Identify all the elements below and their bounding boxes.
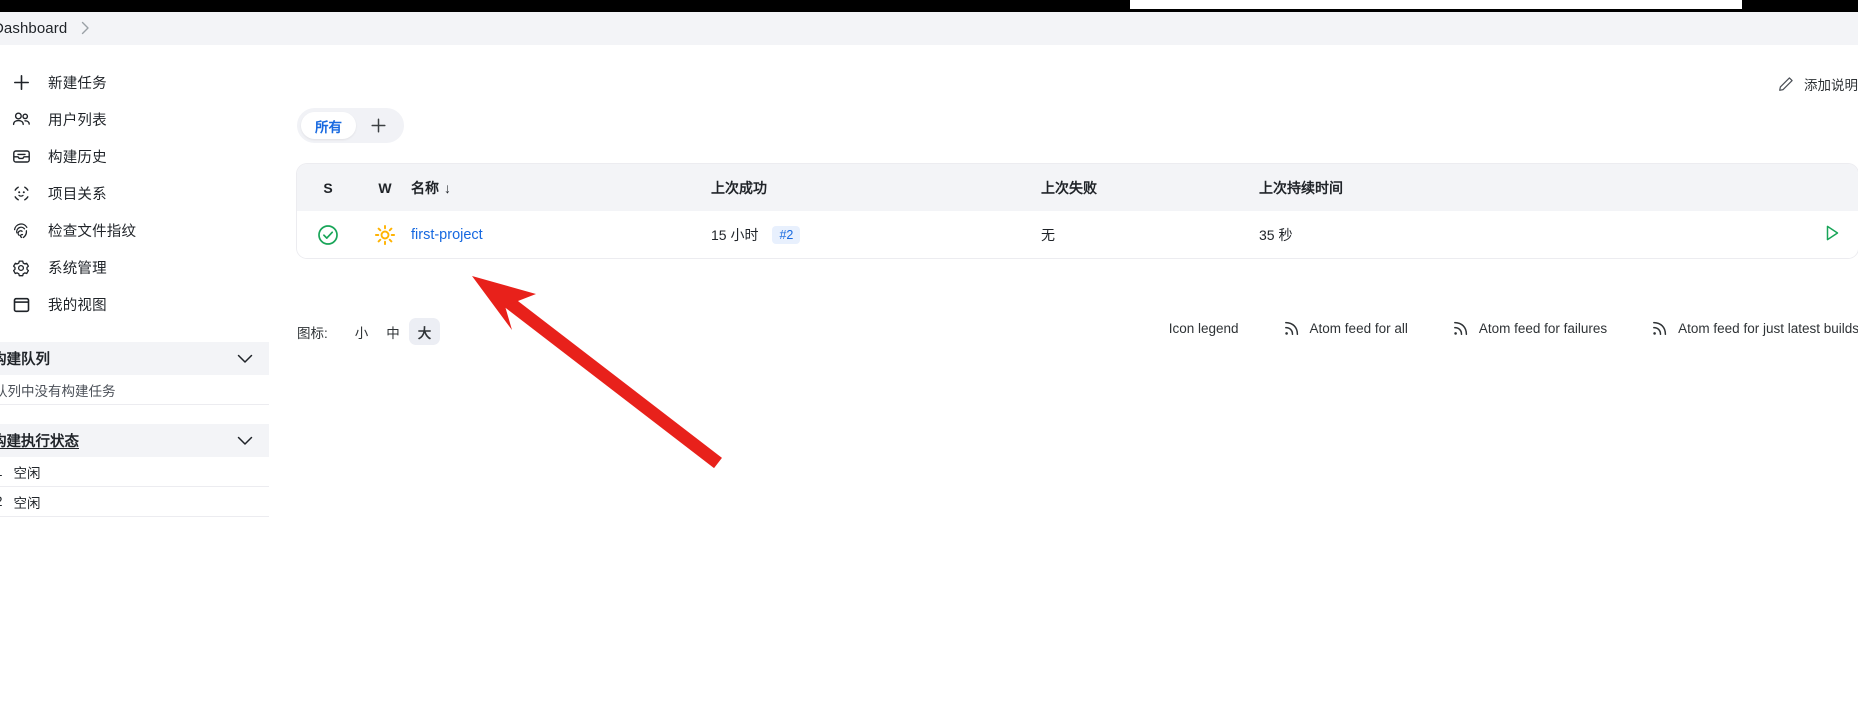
sidebar-item-my-views[interactable]: 我的视图 xyxy=(0,286,269,323)
pencil-icon xyxy=(1778,76,1794,92)
build-queue-panel: 构建队列 队列中没有构建任务 xyxy=(0,342,269,405)
sidebar: 新建任务 用户列表 构建历史 项目关系 检查文件指纹 系统管理 我的视图 建队列… xyxy=(0,45,269,724)
sidebar-item-manage-jenkins[interactable]: 系统管理 xyxy=(0,249,269,286)
page-root: Dashboard 新建任务 用户列表 构建历史 项目关系 检查文件指纹 系统管… xyxy=(0,0,1858,724)
col-last-failure[interactable]: 上次失败 xyxy=(1041,164,1259,211)
build-queue-empty-row: 队列中没有构建任务 xyxy=(0,375,269,405)
sidebar-item-label: 系统管理 xyxy=(48,261,107,277)
executor-number: 1 xyxy=(0,464,3,479)
sidebar-item-project-relations[interactable]: 项目关系 xyxy=(0,175,269,212)
sidebar-item-label: 检查文件指纹 xyxy=(48,224,137,240)
executor-row: 1 空闲 xyxy=(0,457,269,487)
build-queue-empty-text: 队列中没有构建任务 xyxy=(0,383,116,399)
chevron-down-icon[interactable] xyxy=(237,354,253,364)
col-weather[interactable]: W xyxy=(359,164,411,211)
build-queue-header[interactable]: 构建队列 xyxy=(0,342,269,375)
sidebar-item-users[interactable]: 用户列表 xyxy=(0,101,269,138)
atom-feed-failures-label: Atom feed for failures xyxy=(1478,321,1608,336)
play-icon[interactable] xyxy=(1822,223,1842,243)
rss-icon xyxy=(1452,320,1469,337)
success-check-icon[interactable] xyxy=(297,224,359,246)
build-executor-title: 构建执行状态 xyxy=(0,434,79,450)
sidebar-item-label: 项目关系 xyxy=(48,187,107,203)
cell-last-duration: 35 秒 xyxy=(1259,226,1293,243)
col-name[interactable]: 名称 ↓ xyxy=(411,164,711,211)
atom-feed-latest-label: Atom feed for just latest builds xyxy=(1678,321,1858,336)
icon-size-small[interactable]: 小 xyxy=(346,318,378,345)
users-icon xyxy=(8,109,34,131)
last-success-time: 15 小时 xyxy=(711,226,759,243)
cell-last-failure: 无 xyxy=(1041,226,1055,243)
icon-size-medium[interactable]: 中 xyxy=(377,318,409,345)
executor-number: 2 xyxy=(0,494,3,509)
last-success-build-badge[interactable]: #2 xyxy=(772,225,801,244)
tab-all[interactable]: 所有 xyxy=(301,112,356,139)
sidebar-item-label: 我的视图 xyxy=(48,298,107,314)
window-icon xyxy=(8,294,34,316)
fingerprint-icon xyxy=(8,220,34,242)
col-last-success[interactable]: 上次成功 xyxy=(711,164,1041,211)
sunny-icon[interactable] xyxy=(359,224,411,246)
col-actions xyxy=(1579,164,1858,211)
cell-last-success: 15 小时 #2 xyxy=(711,211,1041,258)
table-row: first-project 15 小时 #2 无 35 秒 xyxy=(297,211,1858,258)
atom-feed-all-link[interactable]: Atom feed for all xyxy=(1283,320,1408,337)
sort-desc-icon: ↓ xyxy=(444,179,451,196)
icon-size-label: 图标: xyxy=(297,325,328,341)
sidebar-item-label: 新建任务 xyxy=(48,76,107,92)
gear-icon xyxy=(8,257,34,279)
chevron-down-icon[interactable] xyxy=(237,436,253,446)
inbox-icon xyxy=(8,146,34,168)
view-tabs: 所有 xyxy=(297,108,404,143)
plus-icon xyxy=(8,72,34,94)
atom-feed-latest-link[interactable]: Atom feed for just latest builds xyxy=(1651,320,1858,337)
feed-links: Icon legend Atom feed for all Atom feed … xyxy=(1125,320,1858,337)
col-last-duration[interactable]: 上次持续时间 xyxy=(1259,164,1579,211)
sidebar-item-fingerprint-check[interactable]: 检查文件指纹 xyxy=(0,212,269,249)
job-link-first-project[interactable]: first-project xyxy=(411,227,483,243)
atom-feed-all-label: Atom feed for all xyxy=(1309,321,1408,336)
cell-status xyxy=(297,211,359,258)
icon-size-selector: 图标: 小 中 大 xyxy=(297,318,441,345)
cell-actions xyxy=(1579,211,1858,258)
table-footer: 图标: 小 中 大 Icon legend Atom feed for all … xyxy=(297,318,1858,348)
add-description-label: 添加说明 xyxy=(1804,78,1858,93)
col-status[interactable]: S xyxy=(297,164,359,211)
cell-name: first-project xyxy=(411,211,711,258)
build-executor-header[interactable]: 构建执行状态 xyxy=(0,424,269,457)
icon-legend-link[interactable]: Icon legend xyxy=(1169,321,1239,336)
table-header-row: S W 名称 ↓ 上次成功 上次失败 上次持续时间 xyxy=(297,164,1858,211)
breadcrumb: Dashboard xyxy=(0,12,1858,45)
icon-size-large[interactable]: 大 xyxy=(408,318,441,345)
build-queue-title: 构建队列 xyxy=(0,352,50,368)
sidebar-item-build-history[interactable]: 构建历史 xyxy=(0,138,269,175)
browser-tab-strip xyxy=(1130,0,1742,9)
atom-feed-failures-link[interactable]: Atom feed for failures xyxy=(1452,320,1607,337)
jobs-table: S W 名称 ↓ 上次成功 上次失败 上次持续时间 first-project … xyxy=(297,164,1858,258)
breadcrumb-dashboard[interactable]: Dashboard xyxy=(0,20,67,37)
main-content: 添加说明 所有 S W 名称 ↓ 上次成功 上次失败 上次持续时间 first-… xyxy=(269,45,1858,724)
rss-icon xyxy=(1283,320,1300,337)
add-view-button[interactable] xyxy=(356,112,400,139)
executor-row: 2 空闲 xyxy=(0,487,269,517)
add-description-button[interactable]: 添加说明 xyxy=(1778,74,1858,94)
chevron-right-icon xyxy=(81,21,90,37)
executor-status: 空闲 xyxy=(13,465,41,481)
rss-icon xyxy=(1651,320,1668,337)
executor-status: 空闲 xyxy=(13,495,41,511)
icon-legend-label: Icon legend xyxy=(1168,321,1239,336)
sidebar-nav: 新建任务 用户列表 构建历史 项目关系 检查文件指纹 系统管理 我的视图 xyxy=(0,45,269,323)
browser-chrome-bar xyxy=(0,0,1858,12)
sidebar-item-new-job[interactable]: 新建任务 xyxy=(0,64,269,101)
sidebar-item-label: 构建历史 xyxy=(48,150,107,166)
cell-weather xyxy=(359,211,411,258)
sidebar-item-label: 用户列表 xyxy=(48,113,107,129)
col-name-label: 名称 xyxy=(411,179,439,196)
build-executor-panel: 构建执行状态 1 空闲 2 空闲 xyxy=(0,424,269,517)
relations-icon xyxy=(8,183,34,205)
